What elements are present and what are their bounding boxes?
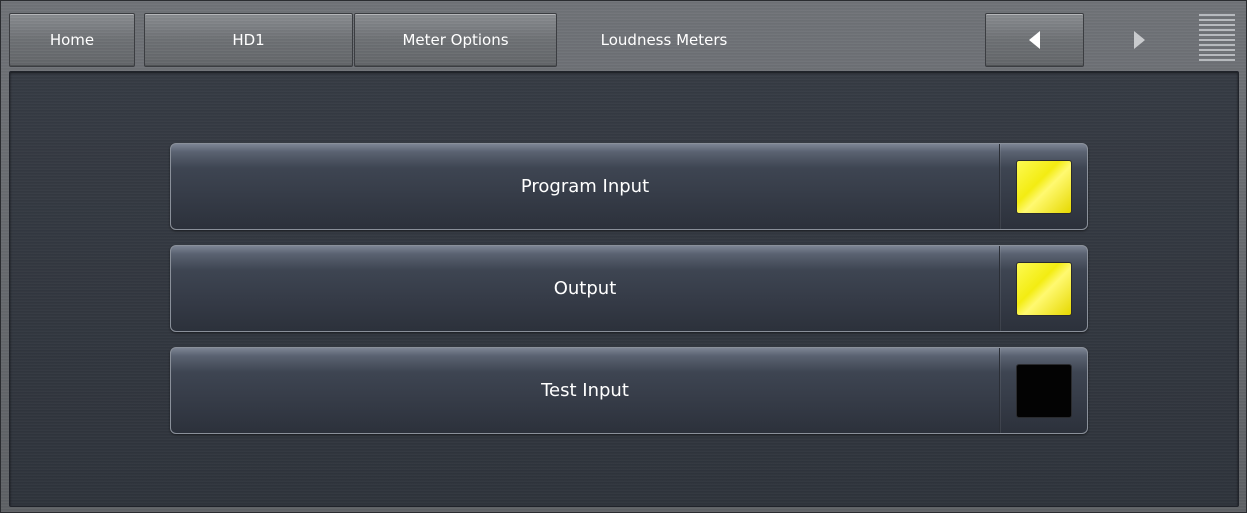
- back-button[interactable]: [985, 13, 1084, 67]
- meter-options-button[interactable]: Meter Options: [354, 13, 557, 67]
- row-divider: [999, 246, 1000, 331]
- loudness-meters-panel: Program Input Output Test Input: [9, 71, 1239, 507]
- current-page-label: Loudness Meters: [600, 31, 728, 49]
- meter-indicator-on[interactable]: [1016, 160, 1072, 214]
- meter-row-output[interactable]: Output: [170, 245, 1088, 332]
- meter-row-label: Program Input: [520, 176, 650, 197]
- meter-indicator-off[interactable]: [1016, 364, 1072, 418]
- top-nav-bar: Home HD1 Meter Options Loudness Meters: [9, 9, 1243, 67]
- chevron-right-icon: [1133, 31, 1145, 49]
- hd1-button[interactable]: HD1: [144, 13, 353, 67]
- row-divider: [999, 348, 1000, 433]
- meter-row-label: Test Input: [541, 380, 629, 401]
- row-divider: [999, 144, 1000, 229]
- chevron-left-icon: [1029, 31, 1040, 49]
- forward-button[interactable]: [1097, 13, 1181, 67]
- meter-row-label: Output: [553, 278, 617, 299]
- meter-row-program-input[interactable]: Program Input: [170, 143, 1088, 230]
- meter-row-test-input[interactable]: Test Input: [170, 347, 1088, 434]
- meter-indicator-on[interactable]: [1016, 262, 1072, 316]
- menu-lines-icon[interactable]: [1199, 14, 1235, 64]
- home-button[interactable]: Home: [9, 13, 135, 67]
- app-window: Home HD1 Meter Options Loudness Meters P…: [0, 0, 1247, 513]
